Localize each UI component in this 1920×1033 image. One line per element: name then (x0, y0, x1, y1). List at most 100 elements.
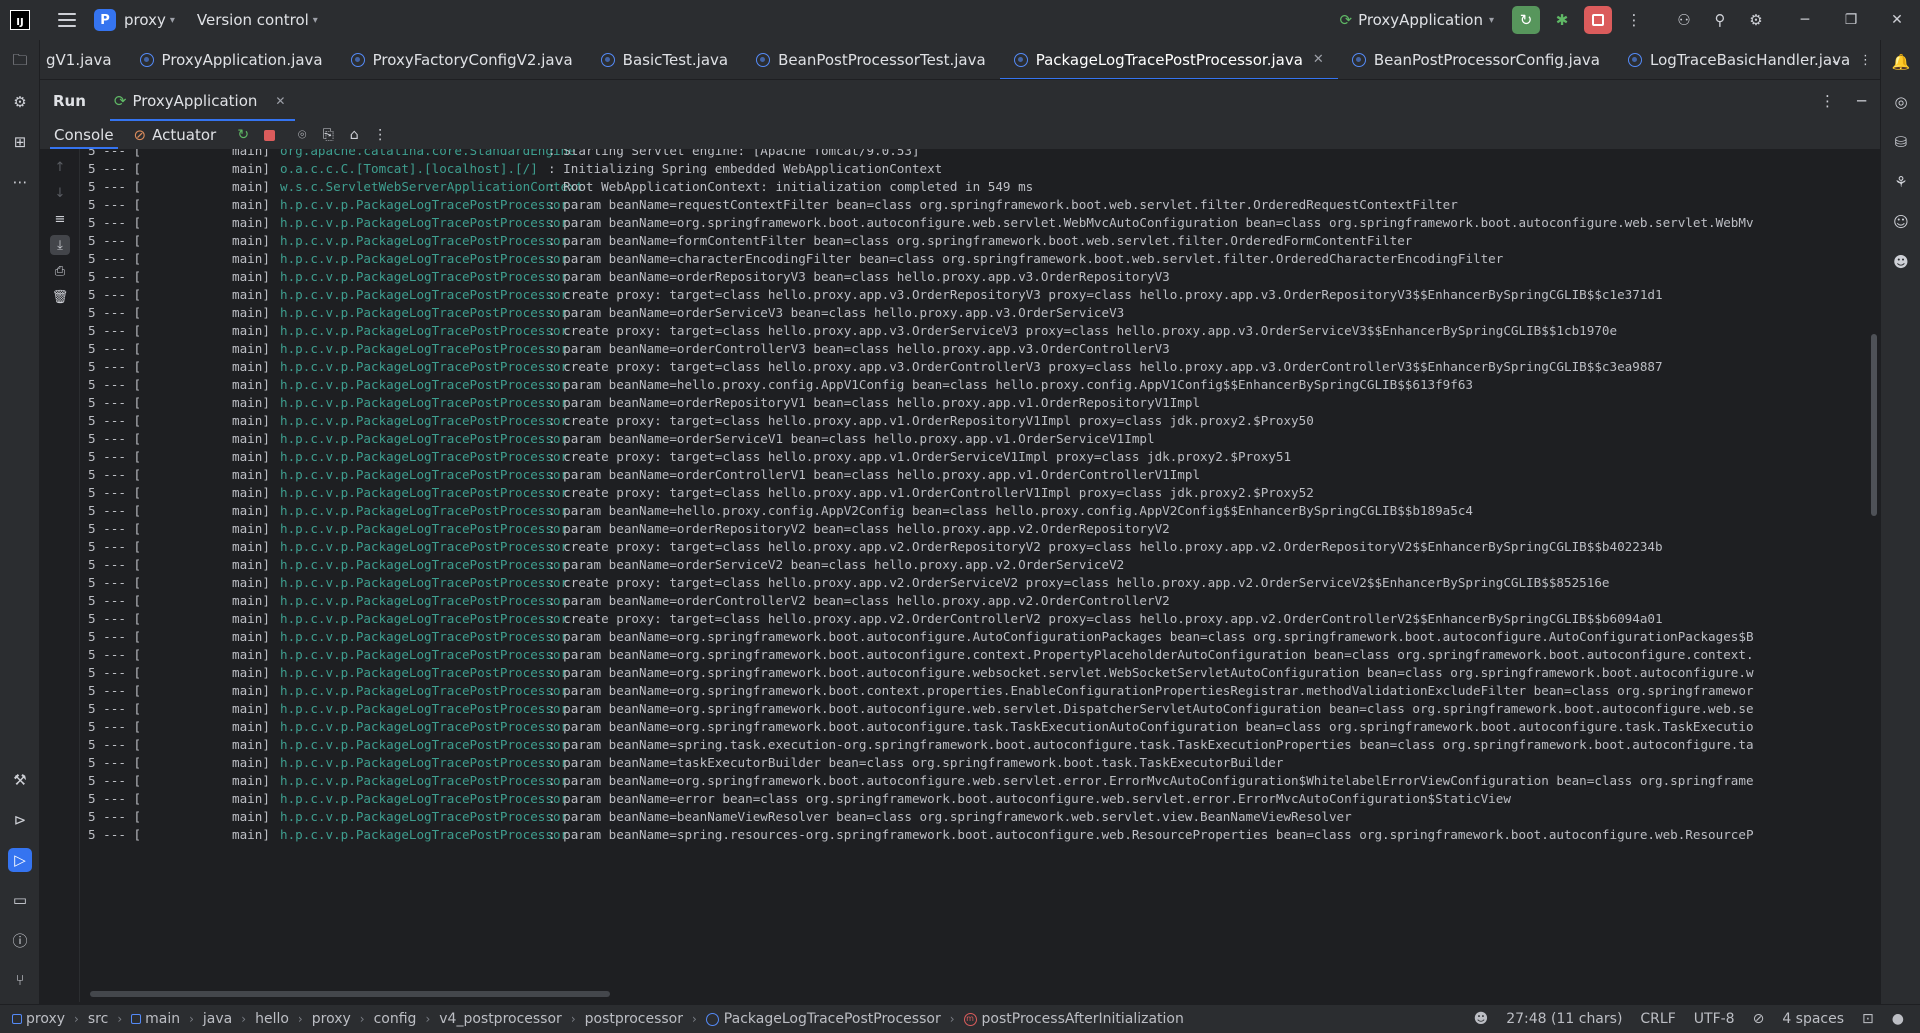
breadcrumb-item[interactable]: v4_postprocessor (439, 1011, 562, 1027)
line-separator[interactable]: CRLF (1640, 1011, 1675, 1027)
gradle-icon[interactable]: ⚘ (1889, 170, 1913, 194)
database-icon[interactable]: ⛁ (1889, 130, 1913, 154)
java-class-icon (350, 52, 365, 67)
services-icon[interactable]: ⚙ (8, 90, 32, 114)
file-encoding[interactable]: UTF-8 (1694, 1011, 1735, 1027)
project-folder-icon[interactable]: 🗀 (8, 50, 32, 74)
horizontal-scrollbar[interactable] (90, 991, 610, 997)
main-menu-icon[interactable] (58, 13, 76, 27)
breadcrumb-item[interactable]: proxy (26, 1011, 65, 1027)
spring-run-icon: ⟳ (113, 91, 127, 110)
structure-icon[interactable]: ⊞ (8, 130, 32, 154)
actuator-icon: ⊘ (133, 126, 147, 144)
java-class-icon (756, 52, 771, 67)
vertical-scrollbar[interactable] (1871, 334, 1877, 516)
project-selector[interactable]: proxy ▾ (124, 11, 175, 29)
settings-gear-icon[interactable]: ⚙ (1742, 6, 1770, 34)
breadcrumb-item[interactable]: main (145, 1011, 180, 1027)
rerun-icon[interactable]: ↻ (233, 125, 253, 145)
ai-assistant-icon[interactable]: ◎ (1889, 90, 1913, 114)
stop-button[interactable] (1584, 6, 1612, 34)
run-tab-label: ProxyApplication (132, 91, 258, 110)
tab-options-icon[interactable]: ⋮ (1859, 53, 1872, 68)
copilot-icon[interactable]: ☺ (1889, 210, 1913, 234)
tab-actuator[interactable]: ⊘ Actuator (128, 121, 231, 149)
git-icon[interactable]: ⑂ (8, 968, 32, 992)
tab-item[interactable]: BeanPostProcessorConfig.java (1338, 40, 1614, 79)
run-window-title: Run (53, 91, 86, 110)
project-badge[interactable]: P (94, 9, 116, 31)
console-line: 5 --- [main] h.p.c.v.p.PackageLogTracePos… (80, 824, 1880, 846)
breadcrumb-item[interactable]: PackageLogTracePostProcessor (724, 1011, 941, 1027)
breadcrumb-item[interactable]: src (88, 1011, 108, 1027)
breadcrumb-item[interactable]: postProcessAfterInitialization (982, 1011, 1184, 1027)
run-options-icon[interactable]: ⋮ (1820, 92, 1835, 110)
tab-console[interactable]: Console (40, 121, 128, 149)
title-bar: IJ P proxy ▾ Version control ▾ ⟳ ProxyAp… (0, 0, 1920, 40)
close-tab-icon[interactable]: ✕ (1313, 52, 1324, 67)
run-config-tab[interactable]: ⟳ ProxyApplication ✕ (109, 80, 295, 121)
copilot-chat-icon[interactable]: ☻ (1889, 250, 1913, 274)
more-console-actions-icon[interactable]: ⋮ (370, 125, 390, 145)
terminal-icon[interactable]: ▭ (8, 888, 32, 912)
arrow-down-icon[interactable]: ↓ (50, 183, 70, 203)
chevron-right-icon: › (949, 1012, 955, 1026)
soft-wrap-icon[interactable]: ≡ (50, 209, 70, 229)
breadcrumb-item[interactable]: config (374, 1011, 417, 1027)
breadcrumb-item[interactable]: java (203, 1011, 232, 1027)
memory-indicator-icon[interactable]: ● (1892, 1011, 1904, 1027)
hide-run-window-icon[interactable]: ─ (1857, 92, 1866, 110)
vcs-selector[interactable]: Version control ▾ (197, 11, 318, 29)
tab-item-active[interactable]: PackageLogTracePostProcessor.java ✕ (999, 40, 1338, 79)
run-config-selector[interactable]: ⟳ ProxyApplication ▾ (1339, 11, 1494, 29)
more-actions-icon[interactable]: ⋮ (1620, 6, 1648, 34)
tab-item[interactable]: BasicTest.java (587, 40, 742, 79)
close-run-tab-icon[interactable]: ✕ (275, 94, 285, 108)
no-highlight-icon[interactable]: ⊘ (1753, 1011, 1765, 1027)
add-user-icon[interactable]: ⚇ (1670, 6, 1698, 34)
restore-layout-icon[interactable]: ⌂ (344, 125, 364, 145)
console-toolbar: Console ⊘ Actuator ↻ ⌾ ⎘ ⌂ ⋮ (40, 121, 1880, 149)
breadcrumb-item[interactable]: postprocessor (585, 1011, 683, 1027)
restore-button[interactable]: ❐ (1828, 0, 1874, 40)
copilot-status-icon[interactable]: ☻ (1474, 1011, 1489, 1027)
run-tool-icon[interactable]: ▷ (8, 848, 32, 872)
debug-icon[interactable]: ✱ (1548, 6, 1576, 34)
problems-icon[interactable]: ⓘ (8, 928, 32, 952)
build-hammer-icon[interactable]: ⚒ (8, 768, 32, 792)
services-play-icon[interactable]: ⊳ (8, 808, 32, 832)
close-window-button[interactable]: ✕ (1874, 0, 1920, 40)
search-icon[interactable]: ⚲ (1706, 6, 1734, 34)
tab-item[interactable]: BeanPostProcessorTest.java (742, 40, 1000, 79)
clear-trash-icon[interactable]: 🗑 (50, 287, 70, 307)
java-class-icon (1628, 52, 1642, 67)
right-tool-strip: 🔔 ◎ ⛁ ⚘ ☺ ☻ (1880, 40, 1920, 1004)
stop-icon[interactable] (259, 125, 279, 145)
scroll-to-end-icon[interactable]: ⤓ (50, 235, 70, 255)
chevron-right-icon: › (425, 1012, 431, 1026)
tab-item[interactable]: LogTraceBasicHandler.java (1614, 40, 1864, 79)
tab-item[interactable]: gV1.java (40, 40, 126, 79)
tab-item[interactable]: ProxyFactoryConfigV2.java (337, 40, 587, 79)
rerun-button[interactable]: ↻ (1512, 6, 1540, 34)
tab-list-chevron-icon[interactable]: ⌄ (1830, 53, 1841, 68)
lock-icon[interactable]: ⊡ (1862, 1011, 1874, 1027)
tab-label: BeanPostProcessorTest.java (778, 50, 986, 69)
log-logger[interactable]: h.p.c.v.p.PackageLogTracePostProcessor (280, 824, 568, 846)
tab-label: gV1.java (46, 50, 112, 69)
indent-setting[interactable]: 4 spaces (1782, 1011, 1844, 1027)
camera-icon[interactable]: ⌾ (292, 125, 312, 145)
print-icon[interactable]: ⎙ (50, 261, 70, 281)
breadcrumb-item[interactable]: hello (255, 1011, 289, 1027)
breadcrumb-item[interactable]: proxy (312, 1011, 351, 1027)
dump-threads-icon[interactable]: ⎘ (318, 125, 338, 145)
notifications-bell-icon[interactable]: 🔔 (1889, 50, 1913, 74)
chevron-right-icon: › (359, 1012, 365, 1026)
caret-position[interactable]: 27:48 (11 chars) (1506, 1011, 1622, 1027)
arrow-up-icon[interactable]: ↑ (50, 157, 70, 177)
more-tools-icon[interactable]: ⋯ (8, 170, 32, 194)
java-class-icon (139, 52, 154, 67)
console-output[interactable]: 5 --- [main] org.apache.catalina.core.Sta… (80, 149, 1880, 1002)
minimize-button[interactable]: ─ (1782, 0, 1828, 40)
tab-item[interactable]: ProxyApplication.java (126, 40, 337, 79)
